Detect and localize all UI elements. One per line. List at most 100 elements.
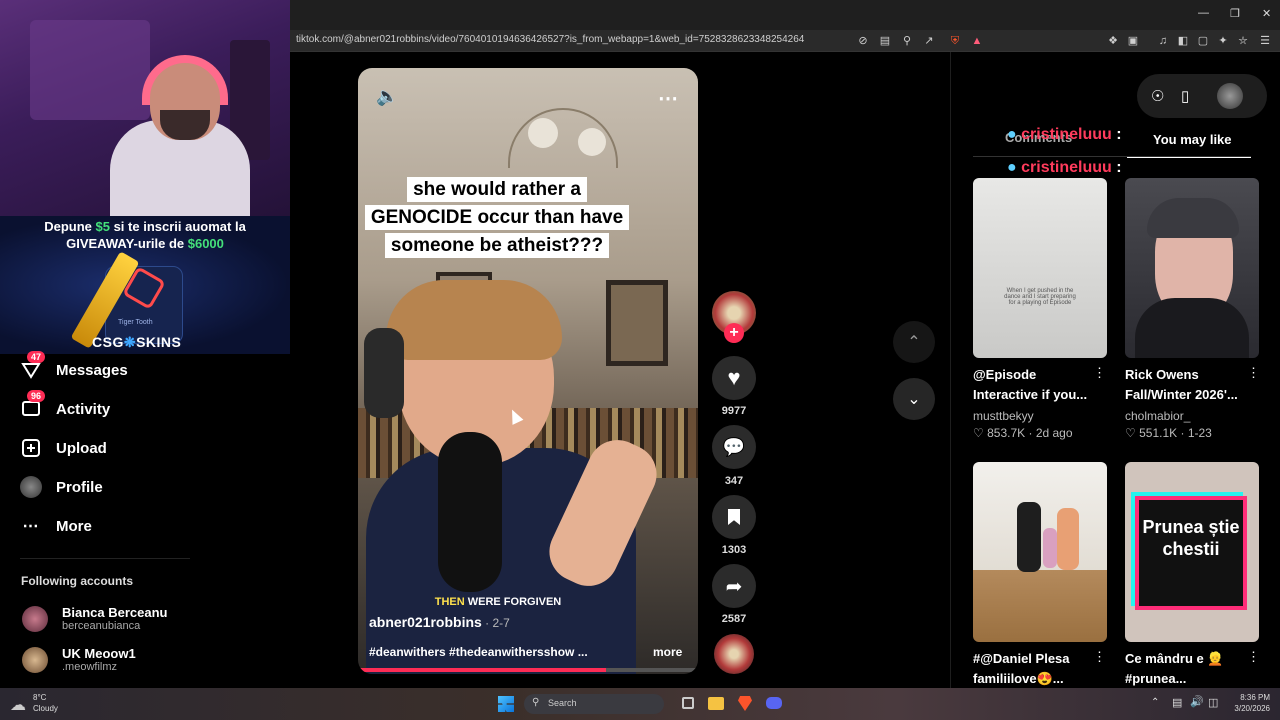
address-bar[interactable]: tiktok.com/@abner021robbins/video/760401…: [290, 30, 1280, 52]
card-likes: 853.7K: [987, 426, 1026, 440]
nav-label: Upload: [56, 439, 107, 457]
comment-button[interactable]: 💬: [712, 425, 756, 469]
chat-message: ● cristineluuu :: [1007, 159, 1122, 177]
chat-username: cristineluuu: [1021, 126, 1112, 143]
csgo-logo-icon: ❋: [123, 334, 137, 350]
save-button[interactable]: [712, 495, 756, 539]
volume-icon[interactable]: 🔈: [376, 86, 398, 107]
video-card[interactable]: When I get pushed in the dance and I sta…: [973, 178, 1107, 358]
nav-label: More: [56, 517, 92, 535]
promo-text: GIVEAWAY-urile de: [66, 236, 188, 251]
music-icon[interactable]: ♫: [1156, 34, 1170, 48]
chat-username: cristineluuu: [1021, 159, 1112, 176]
compass-icon[interactable]: ☉: [1151, 87, 1164, 105]
comment-bubble-icon: 💬: [722, 436, 746, 457]
share-button[interactable]: ➦: [712, 564, 756, 608]
url-text[interactable]: tiktok.com/@abner021robbins/video/760401…: [296, 34, 804, 45]
nav-upload[interactable]: Upload: [20, 434, 107, 462]
card-author[interactable]: cholmabior_: [1125, 409, 1190, 423]
wallet2-icon[interactable]: ▢: [1196, 34, 1210, 48]
account-name: Bianca Berceanu: [62, 605, 168, 620]
video-card[interactable]: [1125, 178, 1259, 358]
following-account[interactable]: UK Meoow1 .meowfilmz: [22, 646, 136, 673]
card-title[interactable]: Ce mândru e 👱 #prunea...: [1125, 649, 1245, 689]
next-video-button[interactable]: ⌄: [893, 378, 935, 420]
vpn-icon[interactable]: ⛦: [1236, 34, 1250, 48]
webcam-overlay: [0, 0, 290, 216]
nav-profile[interactable]: Profile: [20, 473, 103, 501]
options-dots-icon[interactable]: ⋯: [658, 86, 678, 111]
windows-start-icon[interactable]: [498, 696, 514, 712]
follow-plus-icon[interactable]: +: [724, 323, 744, 343]
card-title[interactable]: @Episode Interactive if you...: [973, 365, 1093, 405]
chat-colon: :: [1116, 126, 1122, 143]
extensions-icon[interactable]: ❖: [1106, 34, 1120, 48]
person-hair: [386, 280, 562, 360]
chevron-down-icon: ⌄: [907, 391, 921, 408]
share-icon[interactable]: ↗: [922, 34, 936, 48]
minimize-icon[interactable]: —: [1198, 7, 1209, 19]
video-player[interactable]: she would rather a GENOCIDE occur than h…: [358, 68, 698, 674]
menu-icon[interactable]: ☰: [1258, 34, 1272, 48]
reader-off-icon[interactable]: ⊘: [856, 34, 870, 48]
file-explorer-icon[interactable]: [708, 697, 724, 710]
close-icon[interactable]: ✕: [1262, 7, 1271, 20]
battery-icon[interactable]: ◫: [1208, 696, 1218, 709]
video-card[interactable]: Prunea știe chestii: [1125, 462, 1259, 642]
hashtags[interactable]: #deanwithers #thedeanwithersshow ...: [369, 645, 588, 659]
tab-you-may-like[interactable]: You may like: [1153, 132, 1232, 147]
chevron-up-icon: ⌃: [907, 334, 921, 351]
music-disc-icon[interactable]: [714, 634, 754, 674]
brave-shield-icon[interactable]: ⛨: [948, 34, 962, 48]
following-account[interactable]: Bianca Berceanu berceanubianca: [22, 605, 168, 632]
activity-badge: 96: [27, 390, 46, 402]
clock-time: 8:36 PM: [1240, 693, 1270, 702]
like-button[interactable]: ♥: [712, 356, 756, 400]
discord-icon[interactable]: [766, 697, 782, 709]
card-title[interactable]: #@Daniel Plesa familiilove😍...: [973, 649, 1093, 689]
search-placeholder: Search: [548, 698, 577, 708]
taskbar-search[interactable]: ⚲ Search: [524, 694, 664, 714]
nav-activity[interactable]: 96 Activity: [20, 390, 110, 423]
previous-video-button[interactable]: ⌃: [893, 321, 935, 363]
microphone: [438, 432, 502, 592]
headphones: [364, 328, 404, 418]
card-title[interactable]: Rick Owens Fall/Winter 2026'...: [1125, 365, 1245, 405]
user-avatar[interactable]: [1217, 83, 1243, 109]
promo-amount: $5: [95, 219, 110, 234]
card-menu-icon[interactable]: ⋮: [1247, 365, 1260, 381]
card-stats: ♡ 853.7K · 2d ago: [973, 426, 1073, 440]
card-stats: ♡ 551.1K · 1-23: [1125, 426, 1212, 440]
nav-messages[interactable]: 47 Messages: [20, 351, 128, 384]
restore-icon[interactable]: ❐: [1230, 7, 1240, 20]
volume-tray-icon[interactable]: 🔊: [1190, 695, 1204, 708]
more-link[interactable]: more: [653, 645, 682, 659]
brave-browser-icon[interactable]: [738, 696, 752, 711]
wallet-icon[interactable]: ▣: [1126, 34, 1140, 48]
video-author[interactable]: abner021robbins · 2-7: [369, 614, 510, 630]
network-icon[interactable]: ▤: [1172, 696, 1182, 709]
author-name[interactable]: abner021robbins: [369, 614, 482, 630]
weather-desc: Cloudy: [33, 704, 58, 713]
chat-badge-icon: ●: [1007, 126, 1017, 143]
taskbar-clock[interactable]: 8:36 PM 3/20/2026: [1228, 692, 1270, 714]
device-icon[interactable]: ▯: [1181, 87, 1189, 105]
avatar: [22, 605, 48, 632]
card-menu-icon[interactable]: ⋮: [1093, 649, 1106, 665]
task-view-icon[interactable]: [682, 697, 694, 709]
subtitle-text: WERE FORGIVEN: [464, 596, 562, 608]
sidebar-icon[interactable]: ◧: [1176, 34, 1190, 48]
card-thumb-text: Prunea știe chestii: [1142, 517, 1240, 559]
rewards-icon[interactable]: ▲: [970, 34, 984, 48]
nav-more[interactable]: ⋯ More: [20, 512, 92, 540]
tray-chevron-icon[interactable]: ⌃: [1151, 697, 1159, 708]
leo-icon[interactable]: ✦: [1216, 34, 1230, 48]
card-menu-icon[interactable]: ⋮: [1247, 649, 1260, 665]
card-author[interactable]: musttbekyy: [973, 409, 1034, 423]
card-thumb-text: When I get pushed in the dance and I sta…: [1004, 288, 1076, 306]
video-card[interactable]: [973, 462, 1107, 642]
zoom-icon[interactable]: ⚲: [900, 34, 914, 48]
card-menu-icon[interactable]: ⋮: [1093, 365, 1106, 381]
weather-widget[interactable]: 8°C Cloudy: [33, 692, 58, 714]
cast-icon[interactable]: ▤: [878, 34, 892, 48]
